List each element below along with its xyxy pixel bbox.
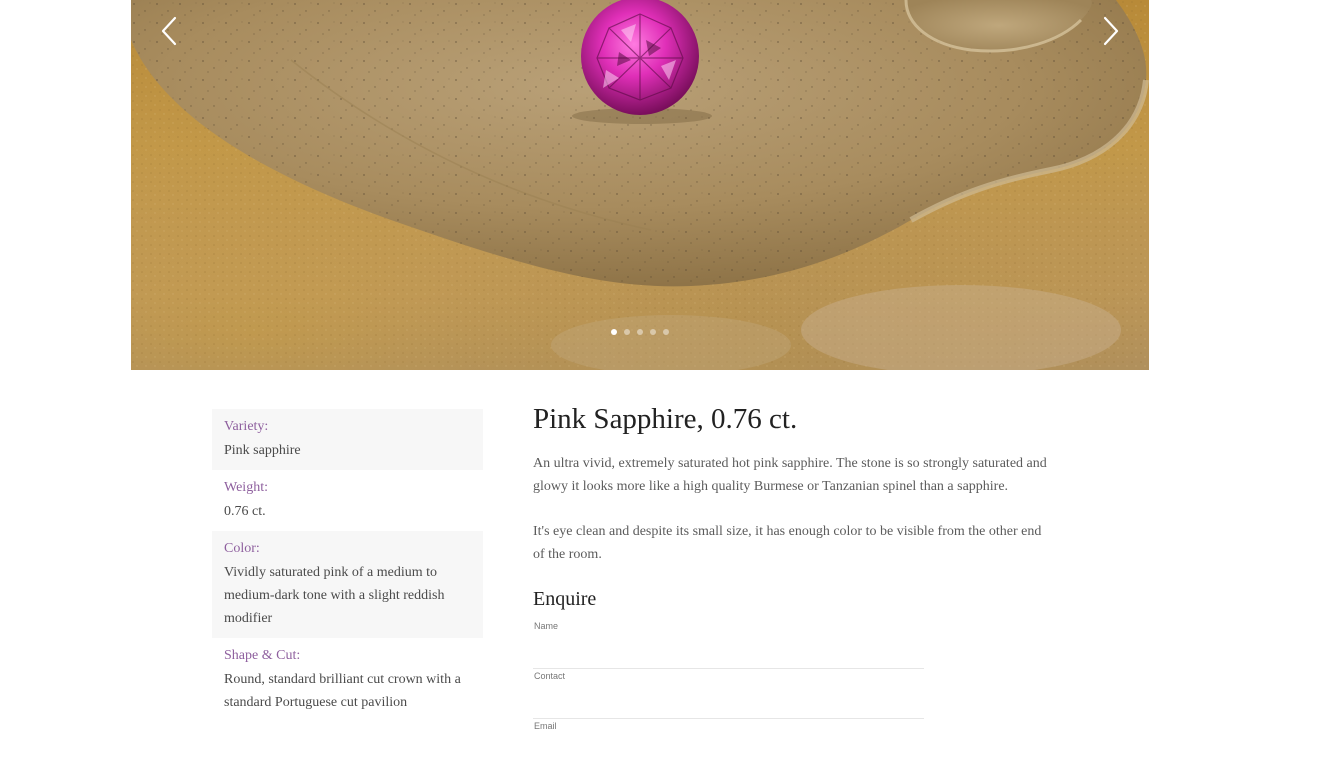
contact-field-label: Contact — [534, 671, 566, 681]
description-paragraph: An ultra vivid, extremely saturated hot … — [533, 456, 1047, 494]
product-image-gallery[interactable] — [131, 0, 1149, 370]
description-paragraph: It's eye clean and despite its small siz… — [533, 524, 1042, 562]
spec-variety: Variety: Pink sapphire — [212, 409, 483, 470]
contact-field-group: Contact — [533, 669, 924, 719]
name-field-label: Name — [534, 621, 559, 631]
slide-dot-1[interactable] — [611, 329, 617, 335]
spec-value: Vividly saturated pink of a medium to me… — [224, 565, 445, 626]
next-slide-button[interactable] — [1093, 12, 1129, 50]
chevron-left-icon — [161, 16, 177, 46]
slide-dot-3[interactable] — [637, 329, 643, 335]
slide-dot-5[interactable] — [663, 329, 669, 335]
gemstone-photo — [131, 0, 1149, 370]
spec-shape-cut: Shape & Cut: Round, standard brilliant c… — [212, 638, 483, 722]
spec-weight: Weight: 0.76 ct. — [212, 470, 483, 531]
slide-dot-4[interactable] — [650, 329, 656, 335]
email-field-label: Email — [534, 721, 557, 731]
spec-value: Pink sapphire — [224, 443, 301, 458]
previous-slide-button[interactable] — [151, 12, 187, 50]
product-details: Pink Sapphire, 0.76 ct. An ultra vivid, … — [533, 400, 1053, 769]
spec-label: Shape & Cut: — [224, 648, 301, 663]
name-input[interactable] — [533, 635, 924, 665]
spec-value: 0.76 ct. — [224, 504, 266, 519]
contact-input[interactable] — [533, 685, 924, 715]
spec-value: Round, standard brilliant cut crown with… — [224, 672, 461, 710]
spec-label: Color: — [224, 541, 260, 556]
spec-color: Color: Vividly saturated pink of a mediu… — [212, 531, 483, 638]
name-field-group: Name — [533, 619, 924, 669]
spec-label: Variety: — [224, 419, 269, 434]
slide-dot-2[interactable] — [624, 329, 630, 335]
enquire-heading: Enquire — [533, 588, 597, 610]
product-description: An ultra vivid, extremely saturated hot … — [533, 452, 1053, 566]
specification-list: Variety: Pink sapphire Weight: 0.76 ct. … — [212, 409, 483, 722]
email-field-group: Email — [533, 719, 924, 769]
email-input[interactable] — [533, 735, 924, 765]
chevron-right-icon — [1103, 16, 1119, 46]
product-title: Pink Sapphire, 0.76 ct. — [533, 403, 798, 435]
spec-label: Weight: — [224, 480, 268, 495]
slide-indicators — [131, 329, 1149, 335]
